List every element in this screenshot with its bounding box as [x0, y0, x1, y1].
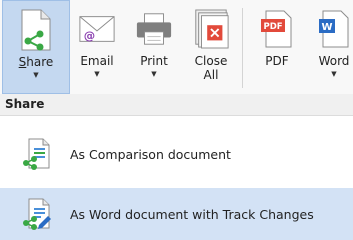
chevron-down-icon: ▼ [33, 71, 39, 79]
pdf-label: PDF [265, 54, 289, 68]
chevron-down-icon: ▼ [94, 70, 100, 78]
word-icon: W [315, 7, 353, 51]
pdf-icon: PDF [258, 7, 296, 51]
menu-item-label: As Word document with Track Changes [70, 206, 314, 222]
email-button[interactable]: @ Email ▼ [72, 0, 122, 94]
print-label: Print [140, 54, 168, 68]
menu-header: Share [0, 94, 353, 116]
pdf-button[interactable]: PDF PDF [250, 0, 304, 94]
chevron-down-icon: ▼ [151, 70, 157, 78]
menu-item-as-comparison-document[interactable]: As Comparison document [0, 128, 353, 180]
svg-text:PDF: PDF [264, 22, 283, 32]
share-dropdown-menu: Share As Comparison document As Word doc… [0, 94, 353, 240]
menu-item-label: As Comparison document [70, 146, 231, 162]
close-all-icon [192, 7, 230, 51]
svg-text:W: W [322, 22, 333, 33]
printer-icon [135, 7, 173, 51]
close-all-label: Close All [194, 54, 228, 82]
share-icon [17, 8, 55, 52]
close-all-button[interactable]: Close All [186, 0, 236, 94]
menu-item-as-word-document-with-track-changes[interactable]: As Word document with Track Changes [0, 188, 353, 240]
comparison-share-icon [20, 137, 54, 171]
svg-text:@: @ [84, 28, 95, 42]
share-button[interactable]: Share ▼ [2, 0, 70, 94]
share-label: Share [18, 55, 54, 69]
ribbon-toolbar: Share ▼ @ Email ▼ Print ▼ Close All PDF … [0, 0, 353, 95]
email-icon: @ [78, 7, 116, 51]
chevron-down-icon: ▼ [331, 70, 337, 78]
email-label: Email [80, 54, 114, 68]
ribbon-separator [242, 8, 243, 88]
word-button[interactable]: W Word ▼ [308, 0, 353, 94]
word-label: Word [318, 54, 350, 68]
print-button[interactable]: Print ▼ [126, 0, 182, 94]
word-track-changes-share-icon [20, 197, 54, 231]
